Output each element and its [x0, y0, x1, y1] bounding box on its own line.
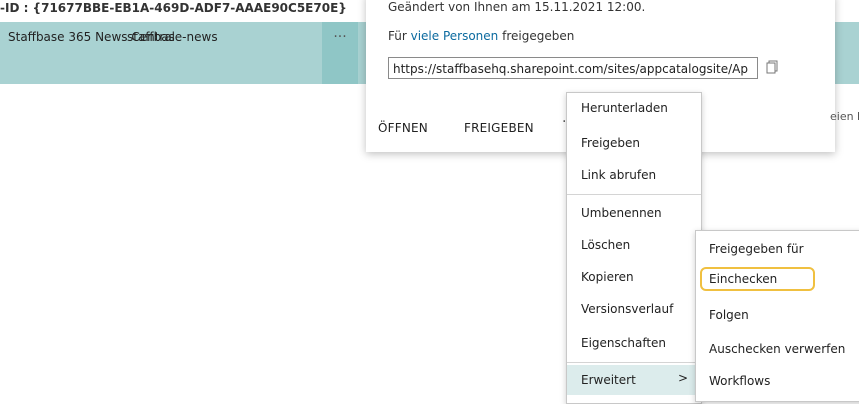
chevron-right-icon: >: [678, 371, 689, 385]
menu-item-copy[interactable]: Kopieren: [581, 267, 634, 287]
advanced-submenu: Freigegeben für Einchecken Folgen Ausche…: [695, 230, 859, 402]
sharing-suffix: freigegeben: [498, 29, 575, 43]
background-text: eien hierh: [830, 110, 859, 123]
menu-item-rename[interactable]: Umbenennen: [581, 203, 662, 223]
menu-item-properties[interactable]: Eigenschaften: [581, 333, 666, 353]
sharing-prefix: Für: [388, 29, 411, 43]
open-menu-ellipsis-button[interactable]: ...: [322, 22, 358, 84]
submenu-item-check-in[interactable]: Einchecken: [709, 269, 777, 289]
url-field[interactable]: https://staffbasehq.sharepoint.com/sites…: [388, 57, 758, 79]
submenu-item-workflows[interactable]: Workflows: [709, 371, 770, 391]
modified-info: Geändert von Ihnen am 15.11.2021 12:00.: [388, 0, 646, 14]
submenu-item-shared-with[interactable]: Freigegeben für: [709, 239, 804, 259]
menu-item-delete[interactable]: Löschen: [581, 235, 630, 255]
menu-item-download[interactable]: Herunterladen: [581, 98, 668, 118]
menu-item-version-history[interactable]: Versionsverlauf: [581, 299, 673, 319]
menu-item-get-link[interactable]: Link abrufen: [581, 165, 656, 185]
menu-item-advanced-label: Erweitert: [581, 373, 636, 387]
context-menu: Herunterladen Freigeben Link abrufen Umb…: [566, 92, 702, 404]
item-internal-name: staffbase-news: [127, 30, 218, 44]
submenu-item-follow[interactable]: Folgen: [709, 305, 749, 325]
menu-divider: [567, 194, 701, 195]
shared-with-link[interactable]: viele Personen: [411, 29, 499, 43]
menu-item-share[interactable]: Freigeben: [581, 133, 640, 153]
menu-item-advanced[interactable]: Erweitert >: [567, 365, 701, 395]
open-button[interactable]: ÖFFNEN: [378, 121, 428, 135]
menu-divider: [567, 362, 701, 363]
share-button[interactable]: FREIGEBEN: [464, 121, 534, 135]
list-id-label: -ID : {71677BBE-EB1A-469D-ADF7-AAAE90C5E…: [0, 1, 347, 15]
sharing-info: Für viele Personen freigegeben: [388, 29, 574, 43]
submenu-item-discard-checkout[interactable]: Auschecken verwerfen: [709, 339, 845, 359]
copy-icon[interactable]: [766, 60, 778, 74]
